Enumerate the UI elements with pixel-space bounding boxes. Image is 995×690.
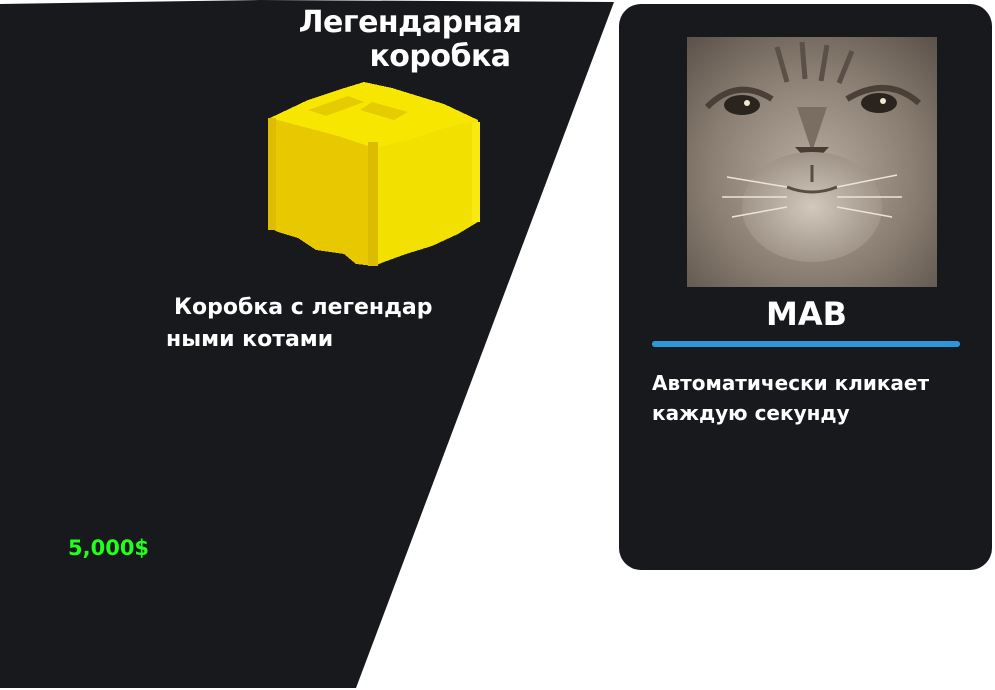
upgrade-description-line2: каждую секунду [652, 401, 850, 425]
upgrade-card[interactable]: MAB Автоматически кликает каждую секунду [619, 4, 992, 570]
shop-item-title-line1: Легендарная [298, 5, 522, 40]
shop-item-title: Легендарная коробка [260, 6, 560, 74]
shop-item-description-line1: Коробка с легендар [174, 295, 433, 320]
price-buy-button[interactable]: 5,000$ [68, 534, 149, 562]
upgrade-name: MAB [619, 294, 992, 334]
progress-bar [652, 341, 960, 347]
yellow-box-icon [268, 82, 480, 266]
progress-fill [652, 341, 960, 347]
upgrade-description-line1: Автоматически кликает [652, 371, 930, 395]
upgrade-description: Автоматически кликает каждую секунду [652, 368, 992, 428]
shop-item-description-line2: ными котами [166, 327, 334, 352]
upgrade-name-text: MAB [766, 295, 847, 333]
cat-portrait [687, 37, 937, 287]
shop-item-description: Коробка с легендар ными котами [166, 292, 486, 356]
shop-item-title-line2: коробка [369, 39, 511, 74]
